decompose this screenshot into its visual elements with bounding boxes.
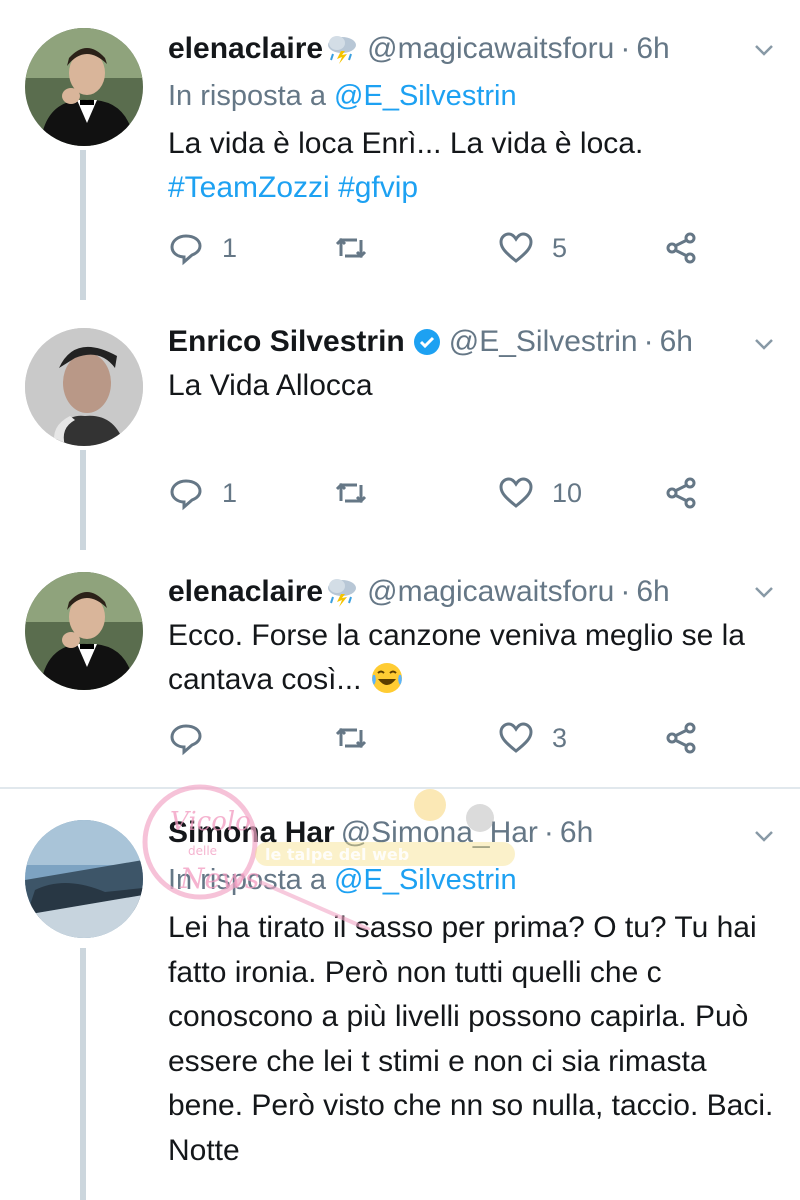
retweet-button[interactable]	[333, 720, 387, 756]
reply-context: In risposta a @E_Silvestrin	[168, 864, 517, 897]
timestamp[interactable]: 6h	[560, 816, 593, 850]
tweet-text: Ecco. Forse la canzone veniva meglio se …	[168, 614, 778, 702]
avatar[interactable]	[25, 328, 143, 446]
reply-context: In risposta a @E_Silvestrin	[168, 80, 517, 113]
tweet-text: Lei ha tirato il sasso per prima? O tu? …	[168, 911, 774, 1167]
thread-line	[80, 150, 86, 300]
heart-icon	[499, 477, 533, 508]
reply-count: 1	[222, 232, 238, 263]
handle[interactable]: @Simona_Har	[341, 816, 538, 850]
tweet-actions: 1 5	[168, 230, 728, 280]
tweet-1[interactable]: elenaclaire @magicawaitsforu · 6h In ris…	[0, 0, 800, 300]
handle[interactable]: @E_Silvestrin	[449, 325, 638, 359]
tweet-3[interactable]: elenaclaire @magicawaitsforu · 6h Ecco. …	[0, 550, 800, 785]
like-count: 5	[552, 232, 568, 263]
display-name[interactable]: elenaclaire	[168, 32, 323, 66]
storm-cloud-emoji-icon	[325, 34, 359, 64]
tweet-header: elenaclaire @magicawaitsforu · 6h	[168, 567, 670, 617]
tweet-header: Enrico Silvestrin @E_Silvestrin · 6h	[168, 317, 693, 367]
heart-icon	[499, 722, 533, 753]
share-icon	[666, 232, 696, 264]
reply-mention-link[interactable]: @E_Silvestrin	[334, 80, 517, 112]
timestamp[interactable]: 6h	[636, 575, 669, 609]
avatar[interactable]	[25, 820, 143, 938]
tweet-text: La vida è loca Enrì... La vida è loca. #…	[168, 122, 778, 210]
separator-dot: ·	[620, 32, 631, 65]
heart-icon	[499, 232, 533, 263]
display-name[interactable]: Enrico Silvestrin	[168, 325, 405, 359]
share-icon	[666, 477, 696, 509]
hashtag-link[interactable]: #TeamZozzi	[168, 171, 330, 204]
storm-cloud-emoji-icon	[325, 577, 359, 607]
chevron-down-icon[interactable]	[750, 36, 778, 64]
tweet-text-line: La vida è loca Enrì... La vida è loca.	[168, 127, 644, 160]
tweet-4[interactable]: Simona Har @Simona_Har · 6h In risposta …	[0, 790, 800, 1200]
display-name[interactable]: Simona Har	[168, 816, 335, 850]
chevron-down-icon[interactable]	[750, 822, 778, 850]
handle[interactable]: @magicawaitsforu	[367, 32, 614, 66]
retweet-button[interactable]	[333, 230, 387, 266]
reply-icon	[170, 234, 202, 266]
tweet-2[interactable]: Enrico Silvestrin @E_Silvestrin · 6h La …	[0, 300, 800, 550]
like-button[interactable]: 3	[498, 720, 567, 756]
reply-button[interactable]: 1	[168, 475, 237, 511]
tweet-text: La Vida Allocca	[168, 369, 373, 402]
verified-badge-icon	[413, 329, 440, 355]
reply-icon	[170, 724, 202, 756]
timestamp[interactable]: 6h	[660, 325, 693, 359]
tweet-actions: 3	[168, 720, 728, 770]
chevron-down-icon[interactable]	[750, 578, 778, 606]
reply-count: 1	[222, 477, 238, 508]
tweet-header: elenaclaire @magicawaitsforu · 6h	[168, 24, 670, 74]
hashtag-link[interactable]: #gfvip	[338, 171, 418, 204]
tweet-header: Simona Har @Simona_Har · 6h	[168, 808, 593, 858]
separator-dot: ·	[620, 575, 631, 608]
separator-dot: ·	[543, 816, 554, 849]
thread-line	[80, 948, 86, 1200]
separator-dot: ·	[643, 325, 654, 358]
share-button[interactable]	[663, 720, 699, 756]
share-button[interactable]	[663, 475, 699, 511]
reply-prefix: In risposta a	[168, 864, 326, 896]
retweet-icon	[335, 482, 367, 504]
share-icon	[666, 722, 696, 754]
timestamp[interactable]: 6h	[636, 32, 669, 66]
like-count: 3	[552, 722, 568, 753]
retweet-icon	[335, 727, 367, 749]
display-name[interactable]: elenaclaire	[168, 575, 323, 609]
reply-icon	[170, 479, 202, 511]
like-count: 10	[552, 477, 583, 508]
chevron-down-icon[interactable]	[750, 330, 778, 358]
reply-button[interactable]	[168, 720, 222, 756]
share-button[interactable]	[663, 230, 699, 266]
thread-line	[80, 450, 86, 550]
laughing-emoji-icon	[371, 663, 402, 693]
like-button[interactable]: 5	[498, 230, 567, 266]
avatar[interactable]	[25, 572, 143, 690]
retweet-button[interactable]	[333, 475, 387, 511]
retweet-icon	[335, 237, 367, 259]
reply-prefix: In risposta a	[168, 80, 326, 112]
reply-button[interactable]: 1	[168, 230, 237, 266]
like-button[interactable]: 10	[498, 475, 582, 511]
reply-mention-link[interactable]: @E_Silvestrin	[334, 864, 517, 896]
avatar[interactable]	[25, 28, 143, 146]
tweet-divider	[0, 787, 800, 789]
tweet-text-body: Ecco. Forse la canzone veniva meglio se …	[168, 619, 745, 696]
tweet-actions: 1 10	[168, 475, 728, 525]
handle[interactable]: @magicawaitsforu	[367, 575, 614, 609]
